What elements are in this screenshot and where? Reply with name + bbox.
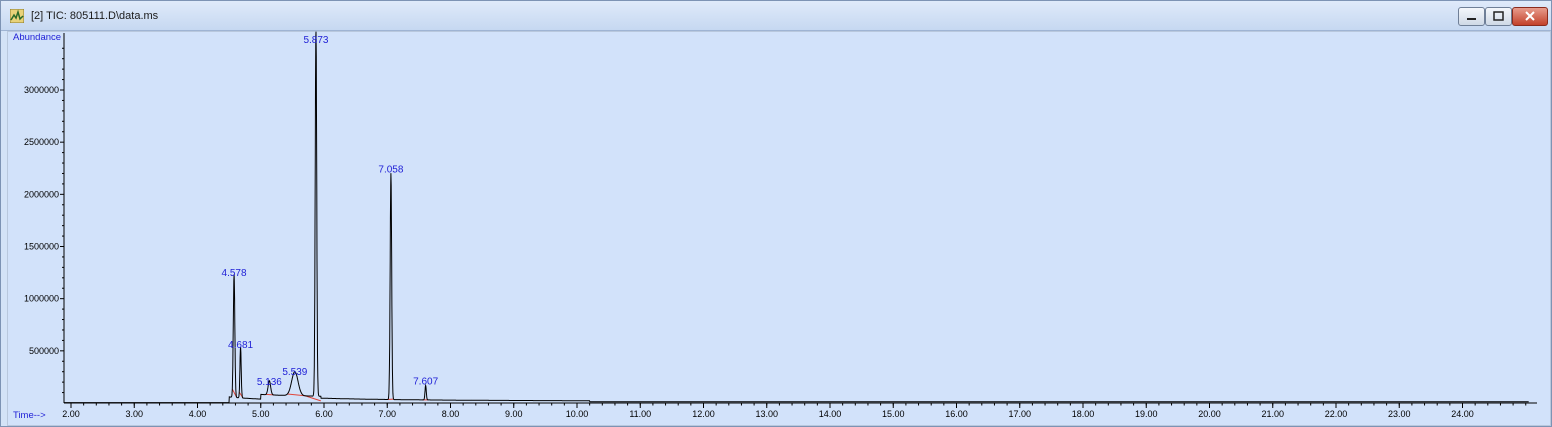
x-tick-label: 16.00 — [945, 409, 968, 419]
peak-label: 5.136 — [257, 377, 282, 388]
peak-label: 4.578 — [222, 268, 247, 279]
x-tick-label: 17.00 — [1008, 409, 1031, 419]
peak-labels: 4.578 4.681 5.1365.539 5.873 7.058 7.607 — [222, 35, 439, 388]
chromatogram-chart: 500000 1000000 1500000 2000000 2500000 300000… — [13, 31, 1537, 421]
x-tick-label: 8.00 — [442, 409, 460, 419]
x-tick-label: 2.00 — [62, 409, 80, 419]
baseline-segment — [304, 395, 321, 402]
y-tick-label: 3000000 — [24, 85, 59, 95]
y-tick-label: 1500000 — [24, 242, 59, 252]
y-axis-label: Abundance — [13, 32, 61, 43]
x-axis-label: Time--> — [13, 410, 46, 421]
x-tick-label: 23.00 — [1388, 409, 1411, 419]
x-tick-label: 10.00 — [566, 409, 589, 419]
x-tick-label: 9.00 — [505, 409, 523, 419]
chromatogram-window: [2] TIC: 805111.D\data.ms 500000 1000000 1… — [0, 0, 1552, 427]
x-tick-label: 6.00 — [315, 409, 333, 419]
x-tick-label: 11.00 — [629, 409, 651, 419]
x-tick-label: 3.00 — [125, 409, 143, 419]
x-tick-label: 22.00 — [1325, 409, 1348, 419]
x-tick-label: 13.00 — [755, 409, 778, 419]
x-tick-label: 21.00 — [1261, 409, 1284, 419]
x-tick-label: 7.00 — [378, 409, 396, 419]
y-tick-label: 500000 — [29, 346, 59, 356]
peak-label: 7.058 — [378, 165, 403, 176]
tic-signal — [64, 31, 1529, 404]
peak-label: 5.873 — [303, 35, 328, 46]
x-tick-label: 15.00 — [882, 409, 905, 419]
peak-label: 7.607 — [413, 376, 438, 387]
x-tick-label: 20.00 — [1198, 409, 1221, 419]
x-tick-label: 19.00 — [1135, 409, 1158, 419]
signal-trace — [64, 31, 1529, 404]
x-tick-label: 5.00 — [252, 409, 270, 419]
x-tick-label: 18.00 — [1072, 409, 1095, 419]
y-tick-label: 2000000 — [24, 189, 59, 199]
x-tick-label: 4.00 — [189, 409, 207, 419]
axes: 500000 1000000 1500000 2000000 2500000 300000… — [24, 33, 1537, 419]
y-tick-label: 1000000 — [24, 294, 59, 304]
x-tick-label: 12.00 — [692, 409, 715, 419]
x-tick-label: 14.00 — [819, 409, 842, 419]
y-tick-label: 2500000 — [24, 137, 59, 147]
peak-label: 4.681 — [228, 340, 253, 351]
x-tick-label: 24.00 — [1451, 409, 1474, 419]
peak-label: 5.539 — [282, 367, 307, 378]
